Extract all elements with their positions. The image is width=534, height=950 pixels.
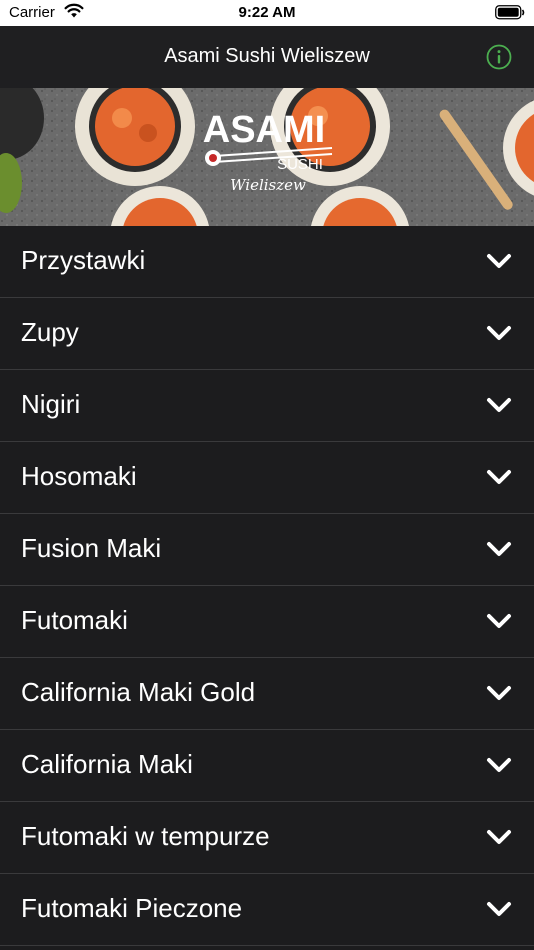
chevron-down-icon	[487, 614, 511, 628]
chevron-down-icon	[487, 902, 511, 916]
menu-category-item[interactable]: Zupy	[0, 298, 534, 370]
menu-category-label: Nigiri	[21, 389, 81, 419]
menu-category-item[interactable]: Przystawki	[0, 226, 534, 298]
chevron-down-icon	[487, 686, 511, 700]
menu-category-item[interactable]: Nigiri	[0, 370, 534, 442]
banner-image: ASAMI SUSHI Wieliszew	[0, 88, 534, 226]
info-circle-icon[interactable]	[486, 44, 512, 70]
page-title: Asami Sushi Wieliszew	[164, 45, 370, 67]
menu-category-label: Fusion Maki	[21, 533, 162, 563]
chevron-down-icon	[487, 254, 511, 268]
banner-logo-text: ASAMI	[203, 109, 325, 151]
status-time: 9:22 AM	[238, 4, 296, 21]
navigation-bar: Asami Sushi Wieliszew	[0, 26, 534, 88]
banner-logo-script: Wieliszew	[230, 176, 306, 194]
chevron-down-icon	[487, 326, 511, 340]
chevron-down-icon	[487, 470, 511, 484]
menu-category-item[interactable]: Fusion Maki	[0, 514, 534, 586]
menu-category-list: Przystawki Zupy Nigiri Hosomaki Fusion M…	[0, 226, 534, 946]
menu-category-item[interactable]: Hosomaki	[0, 442, 534, 514]
menu-category-label: California Maki	[21, 749, 193, 779]
menu-category-item[interactable]: Futomaki Pieczone	[0, 874, 534, 946]
menu-category-item[interactable]: California Maki Gold	[0, 658, 534, 730]
menu-category-label: Futomaki	[21, 605, 128, 635]
menu-category-label: California Maki Gold	[21, 677, 256, 707]
menu-category-item[interactable]: Futomaki w tempurze	[0, 802, 534, 874]
chevron-down-icon	[487, 830, 511, 844]
battery-icon	[495, 5, 525, 20]
menu-category-label: Futomaki Pieczone	[21, 893, 243, 923]
restaurant-banner: ASAMI SUSHI Wieliszew	[0, 88, 534, 226]
menu-category-item[interactable]: California Maki	[0, 730, 534, 802]
banner-logo-subtext: SUSHI	[277, 156, 323, 173]
menu-category-item[interactable]: Futomaki	[0, 586, 534, 658]
menu-category-label: Futomaki w tempurze	[21, 821, 270, 851]
menu-category-label: Zupy	[21, 317, 79, 347]
chevron-down-icon	[487, 542, 511, 556]
chevron-down-icon	[487, 758, 511, 772]
status-bar: Carrier 9:22 AM	[0, 0, 534, 26]
menu-category-label: Hosomaki	[21, 461, 137, 491]
chevron-down-icon	[487, 398, 511, 412]
menu-category-label: Przystawki	[21, 245, 146, 275]
